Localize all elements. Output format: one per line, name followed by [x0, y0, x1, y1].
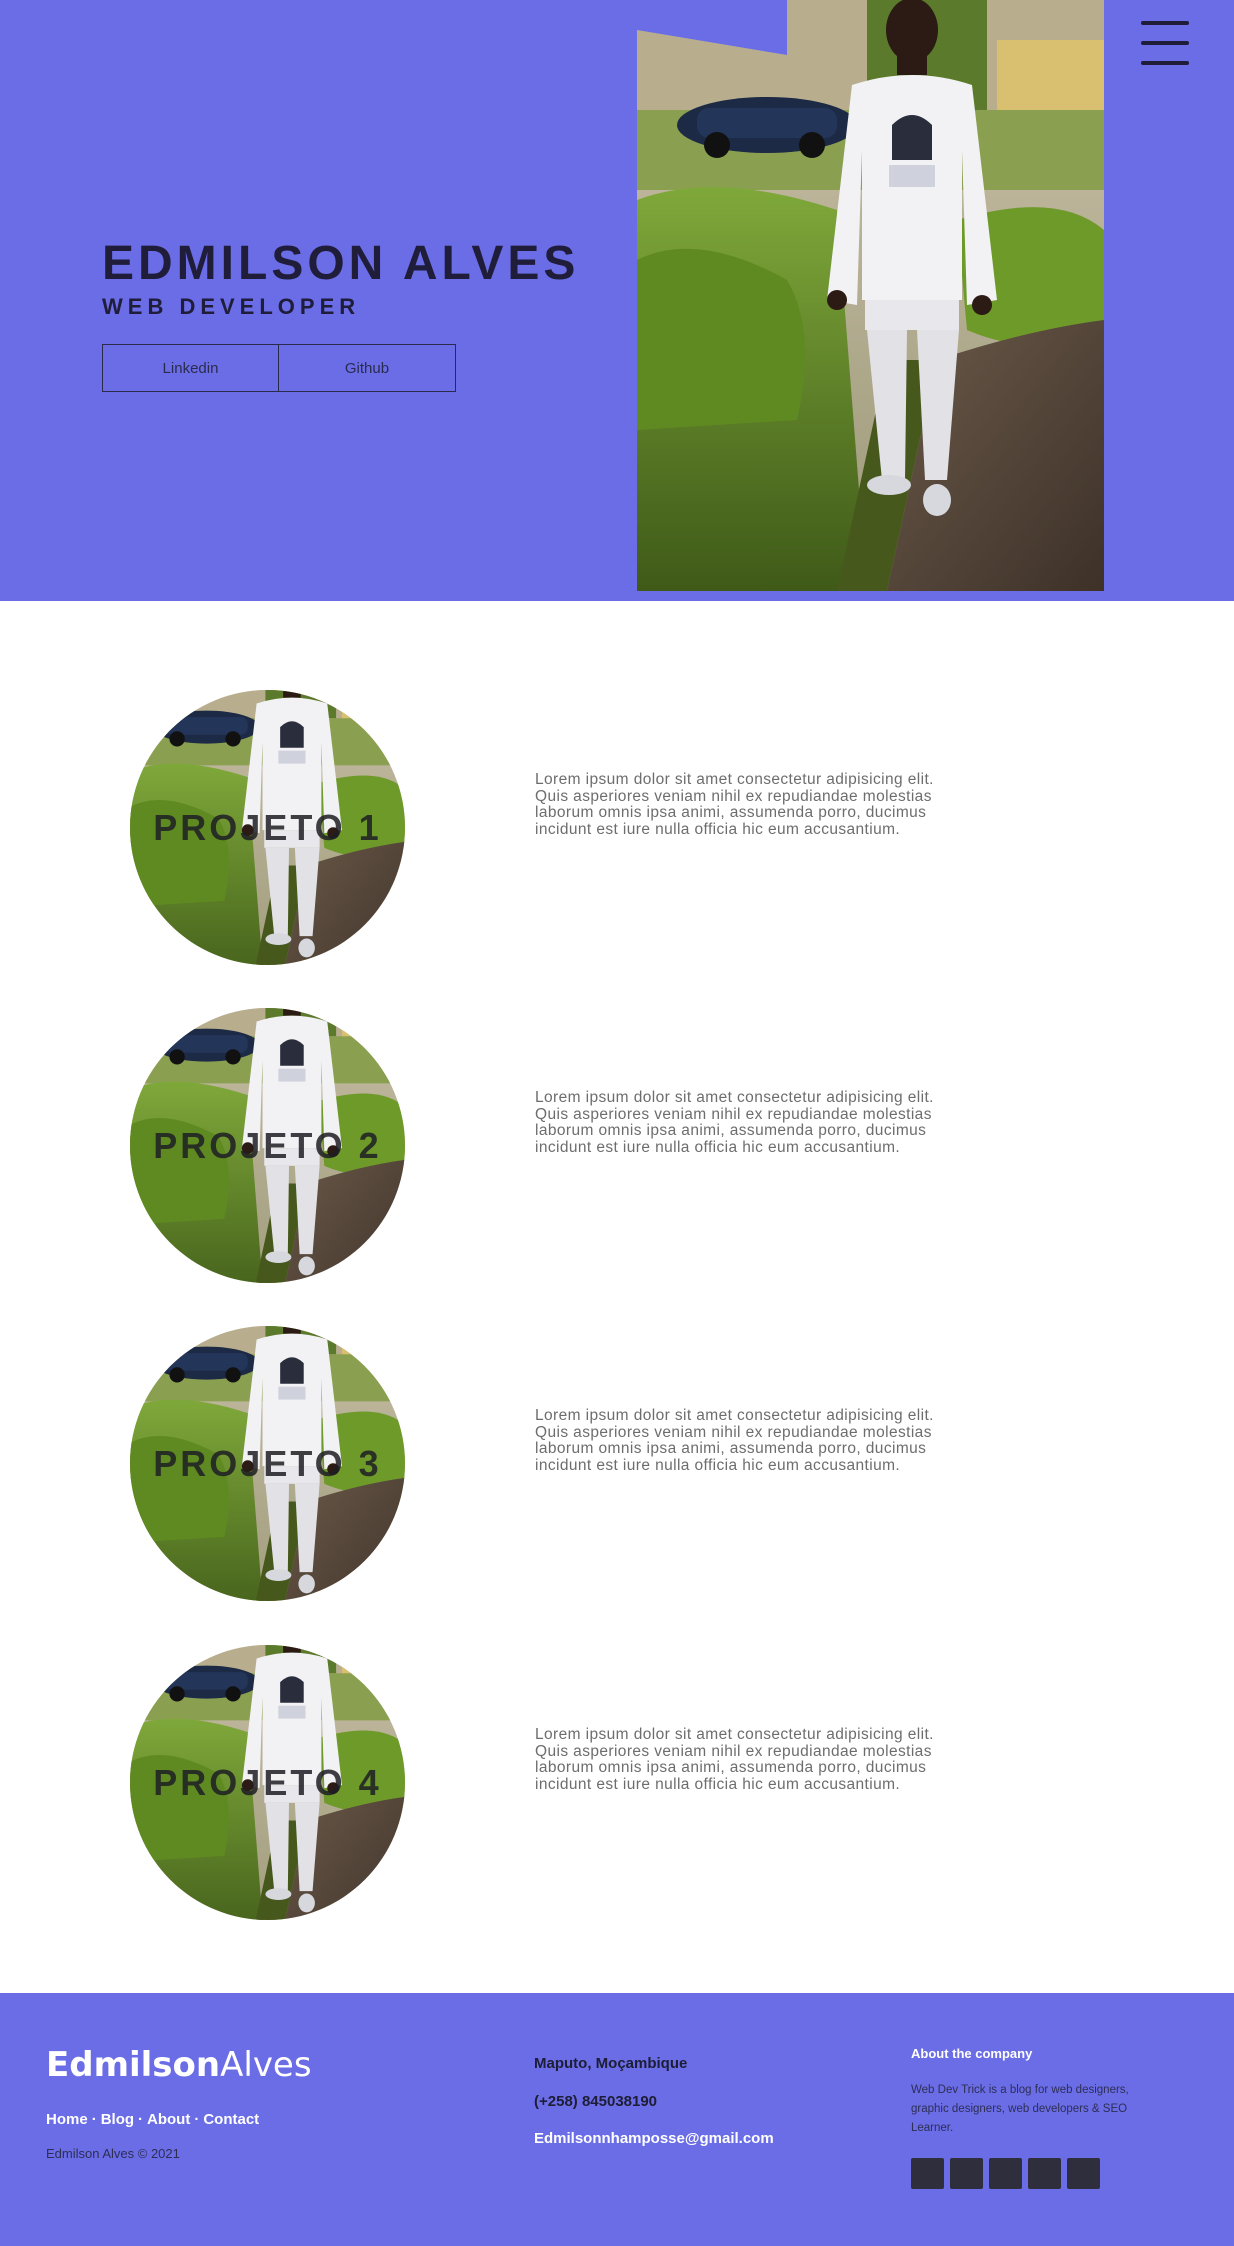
hero-section: EDMILSON ALVES WEB DEVELOPER Linkedin Gi… [0, 0, 1234, 601]
project-1-image[interactable]: PROJETO 1 [130, 690, 405, 965]
footer-nav: Home · Blog · About · Contact [46, 2111, 259, 2128]
footer-logo[interactable]: EdmilsonAlves [46, 2045, 312, 2085]
nav-separator: · [138, 2111, 144, 2128]
hero-name: EDMILSON ALVES [102, 237, 580, 290]
copyright: Edmilson Alves © 2021 [46, 2146, 180, 2161]
project-card-1: PROJETO 1 Lorem ipsum dolor sit amet con… [0, 690, 1234, 965]
github-button[interactable]: Github [279, 344, 456, 392]
social-icon-3[interactable] [989, 2158, 1022, 2189]
project-4-description: Lorem ipsum dolor sit amet consectetur a… [535, 1726, 934, 1793]
nav-separator: · [91, 2111, 97, 2128]
footer-link-blog[interactable]: Blog [101, 2111, 134, 2128]
project-1-title: PROJETO 1 [153, 806, 382, 848]
logo-first-part: Edmilson [46, 2045, 221, 2085]
social-icon-1[interactable] [911, 2158, 944, 2189]
project-3-title: PROJETO 3 [153, 1442, 382, 1484]
project-3-image[interactable]: PROJETO 3 [130, 1326, 405, 1601]
project-1-description: Lorem ipsum dolor sit amet consectetur a… [535, 771, 934, 838]
contact-phone[interactable]: (+258) 845038190 [534, 2093, 657, 2110]
project-card-4: PROJETO 4 Lorem ipsum dolor sit amet con… [0, 1645, 1234, 1920]
project-card-2: PROJETO 2 Lorem ipsum dolor sit amet con… [0, 1008, 1234, 1283]
social-icons [911, 2158, 1100, 2189]
hamburger-menu-icon[interactable] [1141, 21, 1189, 65]
hero-role: WEB DEVELOPER [102, 294, 361, 319]
project-2-image[interactable]: PROJETO 2 [130, 1008, 405, 1283]
linkedin-button[interactable]: Linkedin [102, 344, 279, 392]
project-2-title: PROJETO 2 [153, 1124, 382, 1166]
project-4-image[interactable]: PROJETO 4 [130, 1645, 405, 1920]
project-2-description: Lorem ipsum dolor sit amet consectetur a… [535, 1089, 934, 1156]
social-icon-2[interactable] [950, 2158, 983, 2189]
contact-email[interactable]: Edmilsonnhamposse@gmail.com [534, 2130, 774, 2147]
social-icon-4[interactable] [1028, 2158, 1061, 2189]
footer-link-contact[interactable]: Contact [203, 2111, 259, 2128]
footer-link-home[interactable]: Home [46, 2111, 88, 2128]
about-title: About the company [911, 2046, 1033, 2061]
project-3-description: Lorem ipsum dolor sit amet consectetur a… [535, 1407, 934, 1474]
nav-separator: · [194, 2111, 200, 2128]
project-4-title: PROJETO 4 [153, 1761, 382, 1803]
about-text: Web Dev Trick is a blog for web designer… [911, 2084, 1129, 2134]
hero-portrait-photo [637, 0, 1104, 591]
logo-second-part: Alves [220, 2045, 312, 2085]
contact-location: Maputo, Moçambique [534, 2055, 688, 2072]
social-icon-5[interactable] [1067, 2158, 1100, 2189]
footer: EdmilsonAlves Home · Blog · About · Contact Ed… [0, 1993, 1234, 2246]
hero-text-block: EDMILSON ALVES WEB DEVELOPER Linkedin Gi… [102, 236, 579, 392]
footer-link-about[interactable]: About [147, 2111, 190, 2128]
project-card-3: PROJETO 3 Lorem ipsum dolor sit amet con… [0, 1326, 1234, 1601]
hero-buttons: Linkedin Github [102, 344, 579, 392]
